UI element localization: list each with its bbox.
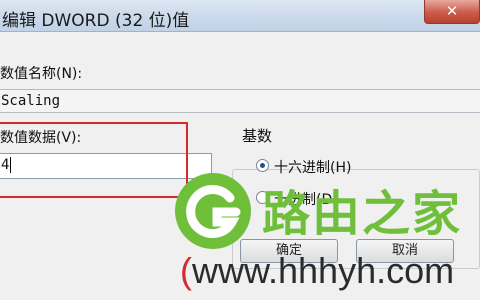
watermark-url: (www.hhhyh.com [180, 250, 454, 292]
watermark-brand: 路由之家 [262, 186, 463, 242]
router-logo-icon [175, 173, 251, 249]
title-bar: 编辑 DWORD (32 位)值 ✕ [0, 0, 480, 32]
close-icon: ✕ [445, 2, 459, 20]
value-name-label: 数值名称(N): [0, 66, 83, 82]
highlight-box [0, 122, 188, 198]
close-button[interactable]: ✕ [424, 0, 480, 24]
value-name-field: Scaling [0, 89, 480, 113]
base-label: 基数 [242, 127, 273, 145]
hex-radio[interactable] [256, 159, 269, 172]
window-title: 编辑 DWORD (32 位)值 [2, 11, 190, 31]
watermark-url-text: www.hhhyh.com [192, 250, 455, 291]
watermark-url-paren: ( [180, 250, 192, 291]
